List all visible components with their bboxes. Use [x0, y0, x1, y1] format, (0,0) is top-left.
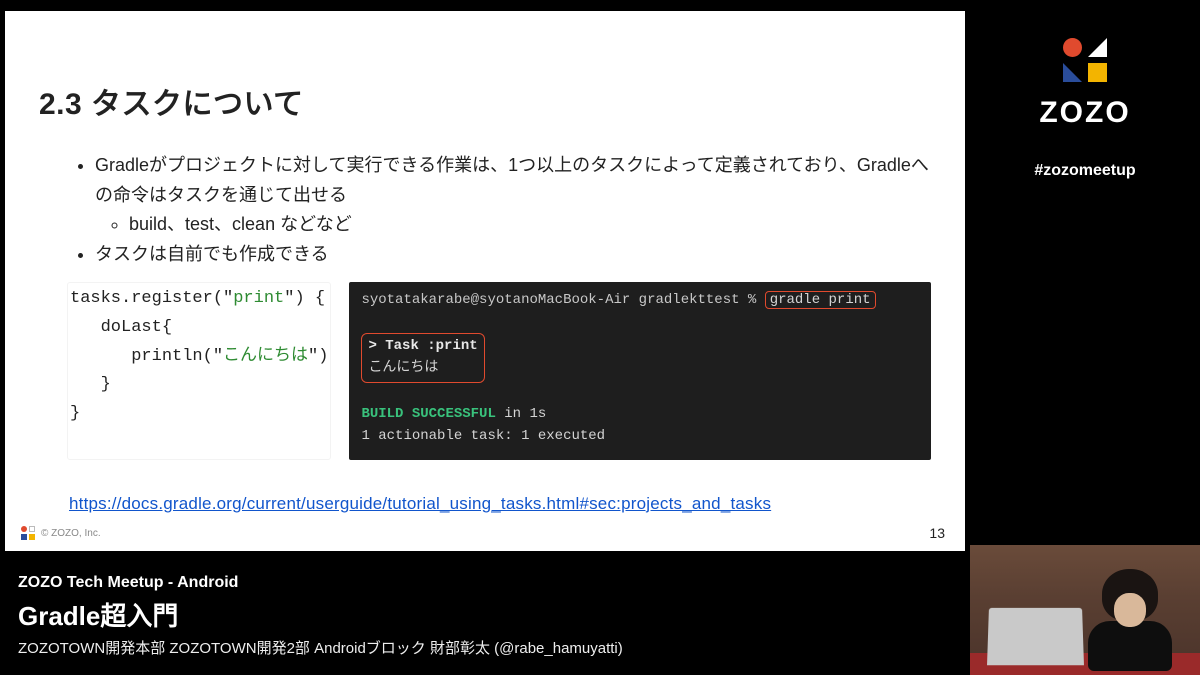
slide-heading: 2.3 タスクについて: [39, 79, 931, 123]
event-hashtag: #zozomeetup: [1034, 162, 1135, 180]
bullet-2: タスクは自前でも作成できる: [95, 240, 931, 270]
slide-footer-logo: © ZOZO, Inc.: [21, 526, 101, 540]
speaker-webcam: [970, 545, 1200, 675]
terminal-output: syotatakarabe@syotanoMacBook-Air gradlek…: [349, 282, 931, 460]
slide-bullets: Gradleがプロジェクトに対して実行できる作業は、1つ以上のタスクによって定義…: [75, 151, 931, 270]
slide-copyright: © ZOZO, Inc.: [41, 528, 101, 539]
sidebar: ZOZO #zozomeetup: [970, 0, 1200, 675]
zozo-logo-icon: [1063, 38, 1107, 82]
talk-title: Gradle超入門: [18, 596, 952, 633]
brand-name: ZOZO: [1039, 96, 1130, 130]
bullet-1a: build、test、clean などなど: [129, 210, 931, 240]
event-name: ZOZO Tech Meetup - Android: [18, 574, 952, 592]
slide: 2.3 タスクについて Gradleがプロジェクトに対して実行できる作業は、1つ…: [5, 11, 965, 551]
bullet-1: Gradleがプロジェクトに対して実行できる作業は、1つ以上のタスクによって定義…: [95, 151, 931, 210]
speaker-info: ZOZOTOWN開発本部 ZOZOTOWN開発2部 Androidブロック 財部…: [18, 637, 952, 658]
slide-page-number: 13: [929, 525, 945, 541]
slide-area: 2.3 タスクについて Gradleがプロジェクトに対して実行できる作業は、1つ…: [0, 0, 970, 562]
docs-link[interactable]: https://docs.gradle.org/current/userguid…: [69, 494, 931, 514]
lower-third: ZOZO Tech Meetup - Android Gradle超入門 ZOZ…: [0, 562, 970, 675]
code-sample: tasks.register("print") { doLast{ printl…: [67, 282, 331, 460]
zozo-mark-icon: [21, 526, 35, 540]
